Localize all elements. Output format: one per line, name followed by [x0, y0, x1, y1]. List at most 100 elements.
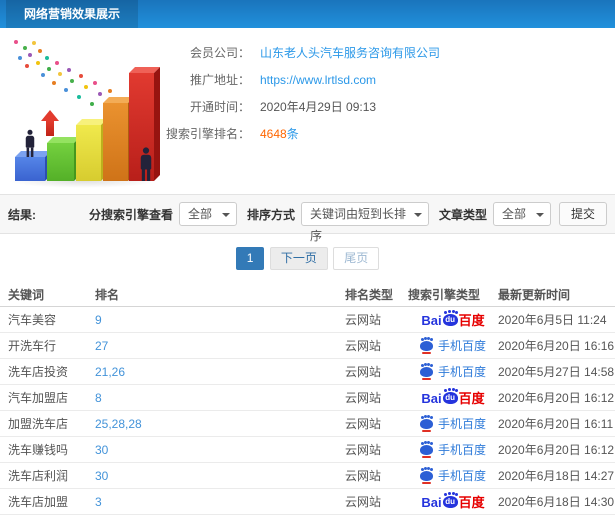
- rank-cell[interactable]: 21,26: [95, 365, 345, 379]
- engine-cell: Baidu百度 手机百度: [408, 441, 498, 458]
- engine-cell: Baidu百度 手机百度: [408, 492, 498, 511]
- rank-type-cell: 云网站: [345, 313, 382, 327]
- keyword-cell: 洗车赚钱吗: [8, 443, 69, 457]
- baidu-paw-icon: du: [442, 389, 458, 404]
- result-label: 结果:: [8, 207, 36, 222]
- table-row: 洗车赚钱吗 30 云网站 Baidu百度 手机百度 2020年6月20日 16:…: [0, 437, 615, 463]
- baidu-paw-icon: [419, 338, 433, 354]
- bar-orange: [103, 103, 128, 181]
- rank-type-cell: 云网站: [345, 391, 382, 405]
- open-time-label: 开通时间：: [189, 100, 250, 114]
- keyword-cell: 洗车店投资: [8, 365, 69, 379]
- info-row-open-time: 开通时间： 2020年4月29日 09:13: [158, 94, 615, 121]
- updated-cell: 2020年6月5日 11:24: [498, 313, 607, 327]
- rank-cell[interactable]: 8: [95, 391, 345, 405]
- keyword-cell: 洗车店利润: [8, 469, 69, 483]
- engine-filter-select[interactable]: 全部: [178, 202, 237, 226]
- engine-cell: Baidu百度 手机百度: [408, 363, 498, 380]
- header-rank: 排名: [95, 287, 120, 302]
- keyword-cell: 汽车美容: [8, 313, 57, 327]
- company-link[interactable]: 山东老人头汽车服务咨询有限公司: [260, 40, 440, 67]
- table-row: 洗车店利润 30 云网站 Baidu百度 手机百度 2020年6月18日 14:…: [0, 463, 615, 489]
- page-title: 网络营销效果展示: [6, 0, 139, 28]
- filter-bar: 结果: 分搜索引擎查看 全部 排序方式 关键词由短到长排序 文章类型 全部 提交: [0, 194, 615, 243]
- baidu-pc-logo: Bai du 百度: [421, 311, 485, 328]
- bar-green: [47, 143, 74, 181]
- article-type-select[interactable]: 全部: [492, 202, 551, 226]
- table-row: 加盟洗车店 25,28,28 云网站 Baidu百度 手机百度 2020年6月2…: [0, 411, 615, 437]
- info-row-url: 推广地址： https://www.lrtlsd.com: [158, 67, 615, 94]
- baidu-paw-icon: [419, 468, 433, 484]
- rank-cell[interactable]: 30: [95, 469, 345, 483]
- baidu-mobile-logo: 手机百度: [419, 441, 486, 458]
- submit-button[interactable]: 提交: [558, 202, 607, 226]
- engine-filter-label: 分搜索引擎查看: [88, 207, 173, 222]
- top-header-bar: 网络营销效果展示: [0, 0, 615, 28]
- updated-cell: 2020年6月18日 14:27: [498, 469, 615, 483]
- baidu-paw-icon: [419, 416, 433, 432]
- rank-type-cell: 云网站: [345, 443, 382, 457]
- table-row: 汽车加盟店 8 云网站 Baidu百度 手机百度 2020年6月20日 16:1…: [0, 385, 615, 411]
- info-row-engine-rank: 搜索引擎排名： 4648条: [158, 121, 615, 148]
- chevron-down-icon: [535, 213, 544, 217]
- sort-select[interactable]: 关键词由短到长排序: [300, 202, 429, 243]
- businessman-left-figure: [24, 129, 36, 157]
- rank-cell[interactable]: 9: [95, 313, 345, 327]
- updated-cell: 2020年6月20日 16:12: [498, 443, 615, 457]
- member-info-section: 会员公司： 山东老人头汽车服务咨询有限公司 推广地址： https://www.…: [0, 28, 615, 194]
- last-page-button[interactable]: 尾页: [333, 247, 380, 270]
- up-arrow-icon: [41, 110, 59, 136]
- rank-type-cell: 云网站: [345, 495, 382, 509]
- promo-url-link[interactable]: https://www.lrtlsd.com: [260, 67, 376, 94]
- updated-cell: 2020年6月18日 14:30: [498, 495, 615, 509]
- baidu-paw-icon: du: [442, 493, 458, 508]
- updated-cell: 2020年6月20日 16:11: [498, 417, 614, 431]
- rank-type-cell: 云网站: [345, 417, 382, 431]
- confetti-dots: [14, 40, 18, 44]
- table-row: 开洗车行 27 云网站 Baidu百度 手机百度 2020年6月20日 16:1…: [0, 333, 615, 359]
- engine-rank-value[interactable]: 4648条: [260, 121, 299, 148]
- header-rank-type: 排名类型: [345, 287, 394, 302]
- rank-cell[interactable]: 25,28,28: [95, 417, 345, 431]
- company-label: 会员公司：: [189, 46, 250, 60]
- updated-cell: 2020年6月20日 16:16: [498, 339, 615, 353]
- rank-type-cell: 云网站: [345, 469, 382, 483]
- engine-cell: Baidu百度 手机百度: [408, 310, 498, 329]
- baidu-pc-logo: Bai du 百度: [421, 389, 485, 406]
- rank-cell[interactable]: 3: [95, 495, 345, 509]
- updated-cell: 2020年6月20日 16:12: [498, 391, 615, 405]
- engine-cell: Baidu百度 手机百度: [408, 337, 498, 354]
- chevron-down-icon: [413, 213, 422, 217]
- table-header-row: 关键词 排名 排名类型 搜索引擎类型 最新更新时间: [0, 282, 615, 307]
- table-row: 洗车店加盟 3 云网站 Baidu百度 手机百度 2020年6月18日 14:3…: [0, 489, 615, 515]
- chevron-down-icon: [221, 213, 230, 217]
- engine-filter-selected-value: 全部: [187, 207, 212, 221]
- keyword-cell: 洗车店加盟: [8, 495, 69, 509]
- keyword-cell: 加盟洗车店: [8, 417, 69, 431]
- rank-type-cell: 云网站: [345, 365, 382, 379]
- pagination: 1 下一页 尾页: [0, 247, 615, 270]
- rank-unit: 条: [286, 127, 299, 141]
- baidu-paw-icon: [419, 364, 433, 380]
- promo-url-label: 推广地址：: [189, 73, 250, 87]
- engine-cell: Baidu百度 手机百度: [408, 415, 498, 432]
- header-engine-type: 搜索引擎类型: [408, 287, 481, 302]
- rank-cell[interactable]: 27: [95, 339, 345, 353]
- article-type-label: 文章类型: [438, 207, 487, 222]
- keyword-ranking-table: 关键词 排名 排名类型 搜索引擎类型 最新更新时间 汽车美容 9 云网站 Bai…: [0, 282, 615, 515]
- info-row-company: 会员公司： 山东老人头汽车服务咨询有限公司: [158, 40, 615, 67]
- baidu-mobile-logo: 手机百度: [419, 363, 486, 380]
- table-row: 洗车店投资 21,26 云网站 Baidu百度 手机百度 2020年5月27日 …: [0, 359, 615, 385]
- baidu-mobile-logo: 手机百度: [419, 415, 486, 432]
- member-info-list: 会员公司： 山东老人头汽车服务咨询有限公司 推广地址： https://www.…: [158, 28, 615, 148]
- bar-chart-illustration: [8, 36, 158, 188]
- engine-rank-label: 搜索引擎排名：: [165, 127, 250, 141]
- baidu-mobile-logo: 手机百度: [419, 337, 486, 354]
- next-page-button[interactable]: 下一页: [269, 247, 328, 270]
- baidu-pc-logo: Bai du 百度: [421, 493, 485, 510]
- header-keyword: 关键词: [8, 287, 45, 302]
- rank-cell[interactable]: 30: [95, 443, 345, 457]
- page-1-button[interactable]: 1: [235, 247, 265, 270]
- engine-cell: Baidu百度 手机百度: [408, 388, 498, 407]
- table-row: 汽车美容 9 云网站 Baidu百度 手机百度 2020年6月5日 11:24: [0, 307, 615, 333]
